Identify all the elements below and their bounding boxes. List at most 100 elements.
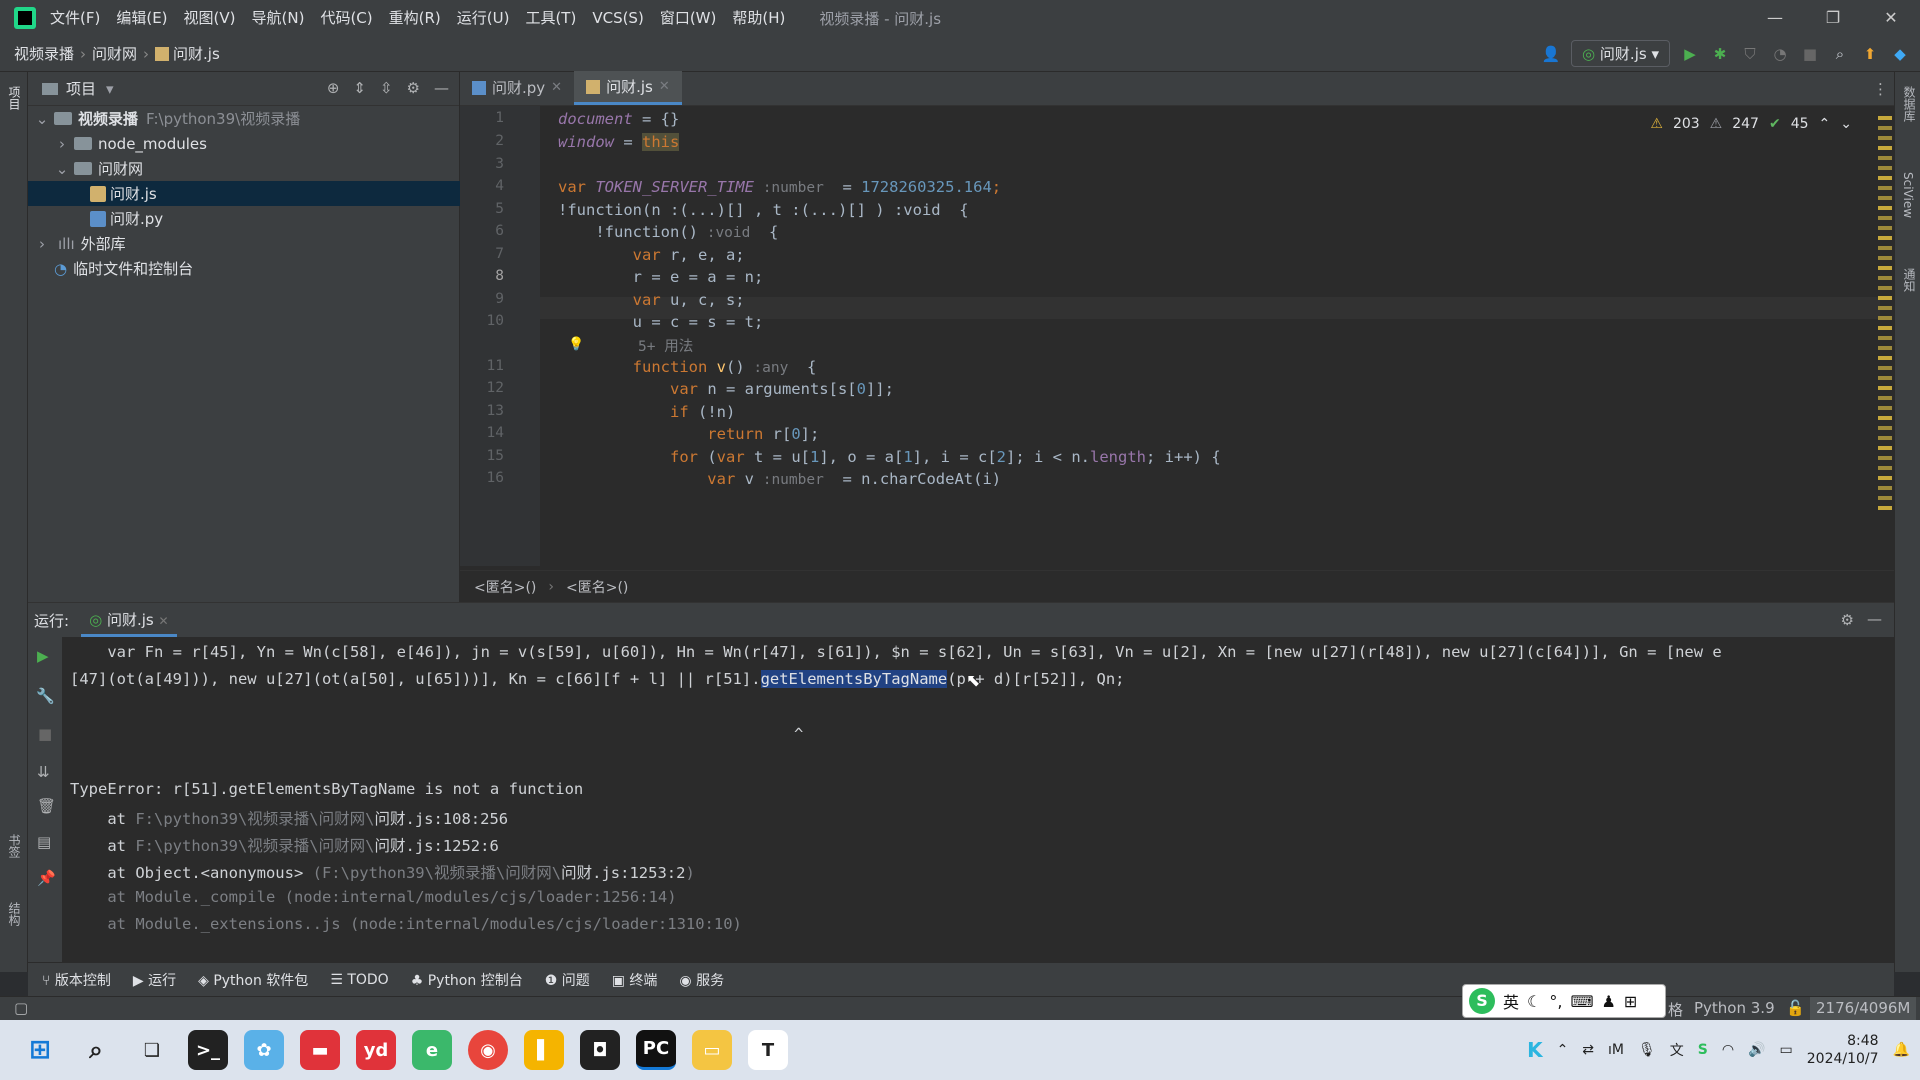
selected-text[interactable]: getElementsByTagName (760, 670, 948, 688)
layout-icon[interactable]: ▤ (37, 833, 51, 851)
hide-icon[interactable]: — (434, 79, 449, 97)
bookmark-app-icon[interactable]: ▌ (524, 1030, 564, 1070)
code-line[interactable]: r = e = a = n; (558, 268, 764, 286)
ime-language[interactable]: 英 (1503, 989, 1519, 1013)
keyboard-icon[interactable]: ⌨ (1570, 992, 1593, 1011)
menu-item[interactable]: 重构(R) (381, 0, 449, 36)
stripe-marker[interactable] (1878, 326, 1892, 330)
wifi-icon[interactable]: ◠ (1722, 1042, 1734, 1058)
stripe-marker[interactable] (1878, 266, 1892, 270)
stack-link[interactable]: 问财.js:1252:6 (374, 837, 498, 855)
chevron-up-icon[interactable]: ⌃ (1557, 1042, 1569, 1058)
edge-app-icon[interactable]: e (412, 1030, 452, 1070)
run-config-select[interactable]: ◎ 问财.js ▾ (1571, 40, 1670, 67)
stripe-marker[interactable] (1878, 276, 1892, 280)
menu-item[interactable]: 编辑(E) (108, 0, 175, 36)
expand-all-icon[interactable]: ⇕ (353, 79, 366, 97)
inspection-widget[interactable]: ⚠ 203 ⚠ 247 ✔ 45 ⌃ ⌄ (1650, 116, 1852, 132)
layout-toggle-icon[interactable]: ▢ (14, 999, 28, 1017)
stripe-marker[interactable] (1878, 436, 1892, 440)
stop-icon[interactable]: ■ (38, 725, 52, 743)
chrome-app-icon[interactable]: ◉ (468, 1030, 508, 1070)
breadcrumb-item[interactable]: 问财.js (173, 43, 220, 64)
youdao-app-icon[interactable]: yd (356, 1030, 396, 1070)
tab-python-console[interactable]: ♣ Python 控制台 (411, 970, 523, 990)
file-explorer-icon[interactable]: ▭ (692, 1030, 732, 1070)
tab-services[interactable]: ◉ 服务 (679, 970, 724, 990)
menu-item[interactable]: 代码(C) (312, 0, 380, 36)
battery-icon[interactable]: ▭ (1780, 1042, 1793, 1058)
code-line[interactable]: var r, e, a; (558, 246, 745, 264)
stripe-marker[interactable] (1878, 116, 1892, 120)
stripe-marker[interactable] (1878, 186, 1892, 190)
stripe-marker[interactable] (1878, 496, 1892, 500)
terminal-app-icon[interactable]: >_ (188, 1030, 228, 1070)
stripe-marker[interactable] (1878, 376, 1892, 380)
breadcrumb-item[interactable]: <匿名>() (566, 577, 628, 597)
tab-todo[interactable]: ☰ TODO (330, 972, 388, 988)
sciview-tool-button[interactable]: SciView (1901, 172, 1915, 218)
wrench-icon[interactable]: 🔧 (36, 687, 55, 705)
bookmarks-tool-button[interactable]: 书签 (6, 834, 23, 858)
breadcrumb-item[interactable]: 问财网 (92, 43, 137, 64)
stripe-marker[interactable] (1878, 366, 1892, 370)
tab-terminal[interactable]: ▣ 终端 (612, 970, 658, 990)
stripe-marker[interactable] (1878, 446, 1892, 450)
code-line[interactable]: var TOKEN_SERVER_TIME :number = 17282603… (558, 178, 1001, 196)
code-line[interactable]: for (var t = u[1], o = a[1], i = c[2]; i… (558, 448, 1221, 466)
stripe-marker[interactable] (1878, 356, 1892, 360)
translate-icon[interactable]: 文 (1670, 1040, 1684, 1060)
stripe-marker[interactable] (1878, 306, 1892, 310)
rerun-icon[interactable]: ▶ (37, 647, 49, 665)
stripe-marker[interactable] (1878, 456, 1892, 460)
close-icon[interactable]: ✕ (659, 70, 670, 104)
stripe-marker[interactable] (1878, 226, 1892, 230)
trash-icon[interactable]: 🗑 (37, 797, 56, 815)
chevron-right-icon[interactable]: › (34, 235, 50, 253)
search-icon[interactable]: ⌕ (76, 1030, 116, 1070)
user-icon[interactable]: 👤 (1541, 44, 1561, 64)
tab-python-packages[interactable]: ◈ Python 软件包 (198, 970, 308, 990)
code-line[interactable]: var u, c, s; (558, 291, 745, 309)
locate-icon[interactable]: ⊕ (327, 79, 340, 97)
code-line[interactable]: if (!n) (558, 403, 735, 421)
chevron-right-icon[interactable]: › (54, 135, 70, 153)
tab-wencai-py[interactable]: 问财.py ✕ (460, 71, 574, 105)
volume-icon[interactable]: 🔊 (1748, 1042, 1765, 1058)
stripe-marker[interactable] (1878, 196, 1892, 200)
typora-app-icon[interactable]: T (748, 1030, 788, 1070)
tree-item-wencai[interactable]: ⌄ 问财网 (28, 156, 460, 181)
grid-icon[interactable]: ⊞ (1624, 992, 1637, 1011)
stripe-marker[interactable] (1878, 406, 1892, 410)
tab-vcs[interactable]: ⑂ 版本控制 (42, 970, 111, 990)
collapse-all-icon[interactable]: ⇳ (380, 79, 393, 97)
chevron-up-icon[interactable]: ⌃ (1819, 116, 1831, 132)
code-line[interactable]: return r[0]; (558, 425, 819, 443)
stack-link[interactable]: 问财.js:108:256 (374, 810, 508, 828)
stripe-marker[interactable] (1878, 296, 1892, 300)
hide-icon[interactable]: — (1867, 610, 1882, 628)
gear-icon[interactable]: ⚙ (407, 79, 420, 97)
stripe-marker[interactable] (1878, 176, 1892, 180)
clock[interactable]: 8:48 2024/10/7 (1807, 1032, 1879, 1068)
search-icon[interactable]: ⌕ (1830, 44, 1850, 64)
stripe-marker[interactable] (1878, 466, 1892, 470)
stripe-marker[interactable] (1878, 206, 1892, 210)
tree-root[interactable]: ⌄ 视频录播 F:\python39\视频录播 (28, 106, 460, 131)
stripe-marker[interactable] (1878, 126, 1892, 130)
run-icon[interactable]: ▶ (1680, 44, 1700, 64)
gear-icon[interactable]: ⚙ (1841, 611, 1854, 629)
tree-item-scratches[interactable]: ◔ 临时文件和控制台 (28, 256, 460, 281)
sogou-logo-icon[interactable]: S (1469, 988, 1495, 1014)
tree-item-wencai-js[interactable]: 问财.js (28, 181, 460, 206)
start-icon[interactable]: ⊞ (20, 1030, 60, 1070)
breadcrumb-item[interactable]: 视频录播 (14, 43, 74, 64)
code-line[interactable]: !function() :void { (558, 223, 778, 241)
notification-icon[interactable]: 🔔 (1893, 1042, 1910, 1058)
stripe-marker[interactable] (1878, 136, 1892, 140)
profile-icon[interactable]: ◔ (1770, 44, 1790, 64)
close-button[interactable]: ✕ (1862, 0, 1920, 36)
notifications-tool-button[interactable]: 通知 (1901, 268, 1918, 292)
code-line[interactable]: window = this (558, 133, 680, 151)
task-view-icon[interactable]: ❏ (132, 1030, 172, 1070)
